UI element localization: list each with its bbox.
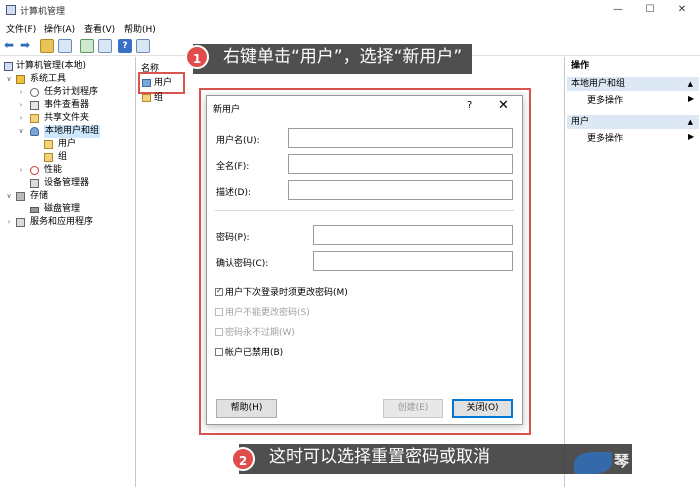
- help-button[interactable]: 帮助(H): [216, 399, 277, 418]
- chevron-down-icon[interactable]: ∨: [4, 190, 14, 203]
- navigation-tree: 计算机管理(本地) ∨ 系统工具 › 任务计划程序 › 事件查看器 › 共享文件…: [0, 57, 136, 487]
- chevron-right-icon[interactable]: ›: [16, 112, 26, 125]
- step-number-2: 2: [231, 447, 255, 471]
- clock-icon: [30, 88, 39, 97]
- menu-action[interactable]: 操作(A): [44, 22, 75, 35]
- password-field[interactable]: [313, 225, 513, 245]
- divider: [215, 210, 514, 211]
- export-list-icon[interactable]: [98, 39, 112, 53]
- password-never-expires-checkbox[interactable]: 密码永不过期(W): [215, 325, 295, 338]
- minimize-button[interactable]: —: [606, 3, 630, 17]
- password-label: 密码(P):: [216, 233, 250, 243]
- actions-section-local-users[interactable]: 本地用户和组 ▲: [567, 77, 699, 91]
- checkbox-icon: [215, 308, 223, 316]
- chevron-down-icon[interactable]: ∨: [16, 125, 26, 138]
- tools-icon: [16, 75, 25, 84]
- create-button[interactable]: 创建(E): [383, 399, 443, 418]
- account-disabled-checkbox[interactable]: 帐户已禁用(B): [215, 345, 283, 358]
- groups-folder-icon: [142, 94, 151, 102]
- help-icon[interactable]: ?: [118, 39, 132, 53]
- chevron-right-icon[interactable]: ›: [16, 99, 26, 112]
- back-icon[interactable]: ⬅: [4, 39, 18, 53]
- folder-icon: [30, 114, 39, 123]
- window-title: 计算机管理: [20, 7, 66, 17]
- more-actions-link[interactable]: 更多操作: [587, 132, 623, 146]
- users-folder-icon: [142, 79, 151, 87]
- watermark-logo: 琴 数 推 装 xajjn.com: [574, 446, 692, 488]
- fullname-field[interactable]: [288, 154, 513, 174]
- device-icon: [30, 179, 39, 188]
- folder-icon: [44, 153, 53, 162]
- chevron-right-icon[interactable]: ›: [16, 164, 26, 177]
- description-label: 描述(D):: [216, 188, 251, 198]
- chevron-down-icon[interactable]: ∨: [4, 73, 14, 86]
- up-folder-icon[interactable]: [40, 39, 54, 53]
- dialog-close-icon[interactable]: ✕: [498, 98, 509, 113]
- collapse-icon[interactable]: ▲: [688, 77, 693, 91]
- menu-file[interactable]: 文件(F): [6, 22, 36, 35]
- actions-section-users[interactable]: 用户 ▲: [567, 115, 699, 129]
- cannot-change-password-checkbox[interactable]: 用户不能更改密码(S): [215, 305, 310, 318]
- checkbox-icon: [215, 328, 223, 336]
- checkbox-checked-icon: [215, 286, 223, 296]
- title-bar: 计算机管理 — ☐ ✕: [0, 0, 700, 20]
- close-window-button[interactable]: ✕: [670, 3, 694, 17]
- disk-icon: [30, 207, 39, 213]
- chevron-right-icon[interactable]: ›: [4, 216, 14, 229]
- event-icon: [30, 101, 39, 110]
- collapse-icon[interactable]: ▲: [688, 115, 693, 129]
- refresh-icon[interactable]: [80, 39, 94, 53]
- chevron-right-icon[interactable]: ›: [16, 86, 26, 99]
- performance-icon: [30, 166, 39, 175]
- confirm-password-field[interactable]: [313, 251, 513, 271]
- close-button[interactable]: 关闭(O): [452, 399, 513, 418]
- must-change-password-checkbox[interactable]: 用户下次登录时须更改密码(M): [215, 285, 348, 298]
- maximize-button[interactable]: ☐: [638, 3, 662, 17]
- username-label: 用户名(U):: [216, 136, 260, 146]
- more-actions-link[interactable]: 更多操作: [587, 94, 623, 108]
- confirm-password-label: 确认密码(C):: [216, 259, 269, 269]
- username-field[interactable]: [288, 128, 513, 148]
- checkbox-icon: [215, 348, 223, 356]
- show-tree-icon[interactable]: [58, 39, 72, 53]
- storage-icon: [16, 192, 25, 201]
- dolphin-logo-icon: [574, 452, 612, 474]
- menu-bar: 文件(F) 操作(A) 查看(V) 帮助(H): [0, 20, 700, 36]
- menu-help[interactable]: 帮助(H): [124, 22, 156, 35]
- chevron-right-icon: ▶: [688, 132, 695, 141]
- computer-icon: [4, 62, 13, 71]
- menu-view[interactable]: 查看(V): [84, 22, 115, 35]
- step-number-1: 1: [185, 45, 209, 69]
- dialog-title: 新用户: [213, 105, 241, 115]
- properties-icon[interactable]: [136, 39, 150, 53]
- actions-pane: 操作 本地用户和组 ▲ 更多操作 ▶ 用户 ▲ 更多操作 ▶: [564, 57, 700, 487]
- forward-icon[interactable]: ➡: [20, 39, 34, 53]
- fullname-label: 全名(F):: [216, 162, 250, 172]
- chevron-right-icon: ▶: [688, 94, 695, 103]
- instruction-callout-1: 右键单击“用户”，选择“新用户”: [193, 44, 473, 74]
- folder-icon: [44, 140, 53, 149]
- users-icon: [30, 127, 39, 136]
- description-field[interactable]: [288, 180, 513, 200]
- actions-header: 操作: [571, 61, 590, 71]
- new-user-dialog: 新用户 ? ✕ 用户名(U): 全名(F): 描述(D): 密码(P): 确认密…: [206, 95, 523, 425]
- dialog-help-icon[interactable]: ?: [467, 100, 472, 111]
- computer-management-icon: [6, 5, 16, 15]
- services-icon: [16, 218, 25, 227]
